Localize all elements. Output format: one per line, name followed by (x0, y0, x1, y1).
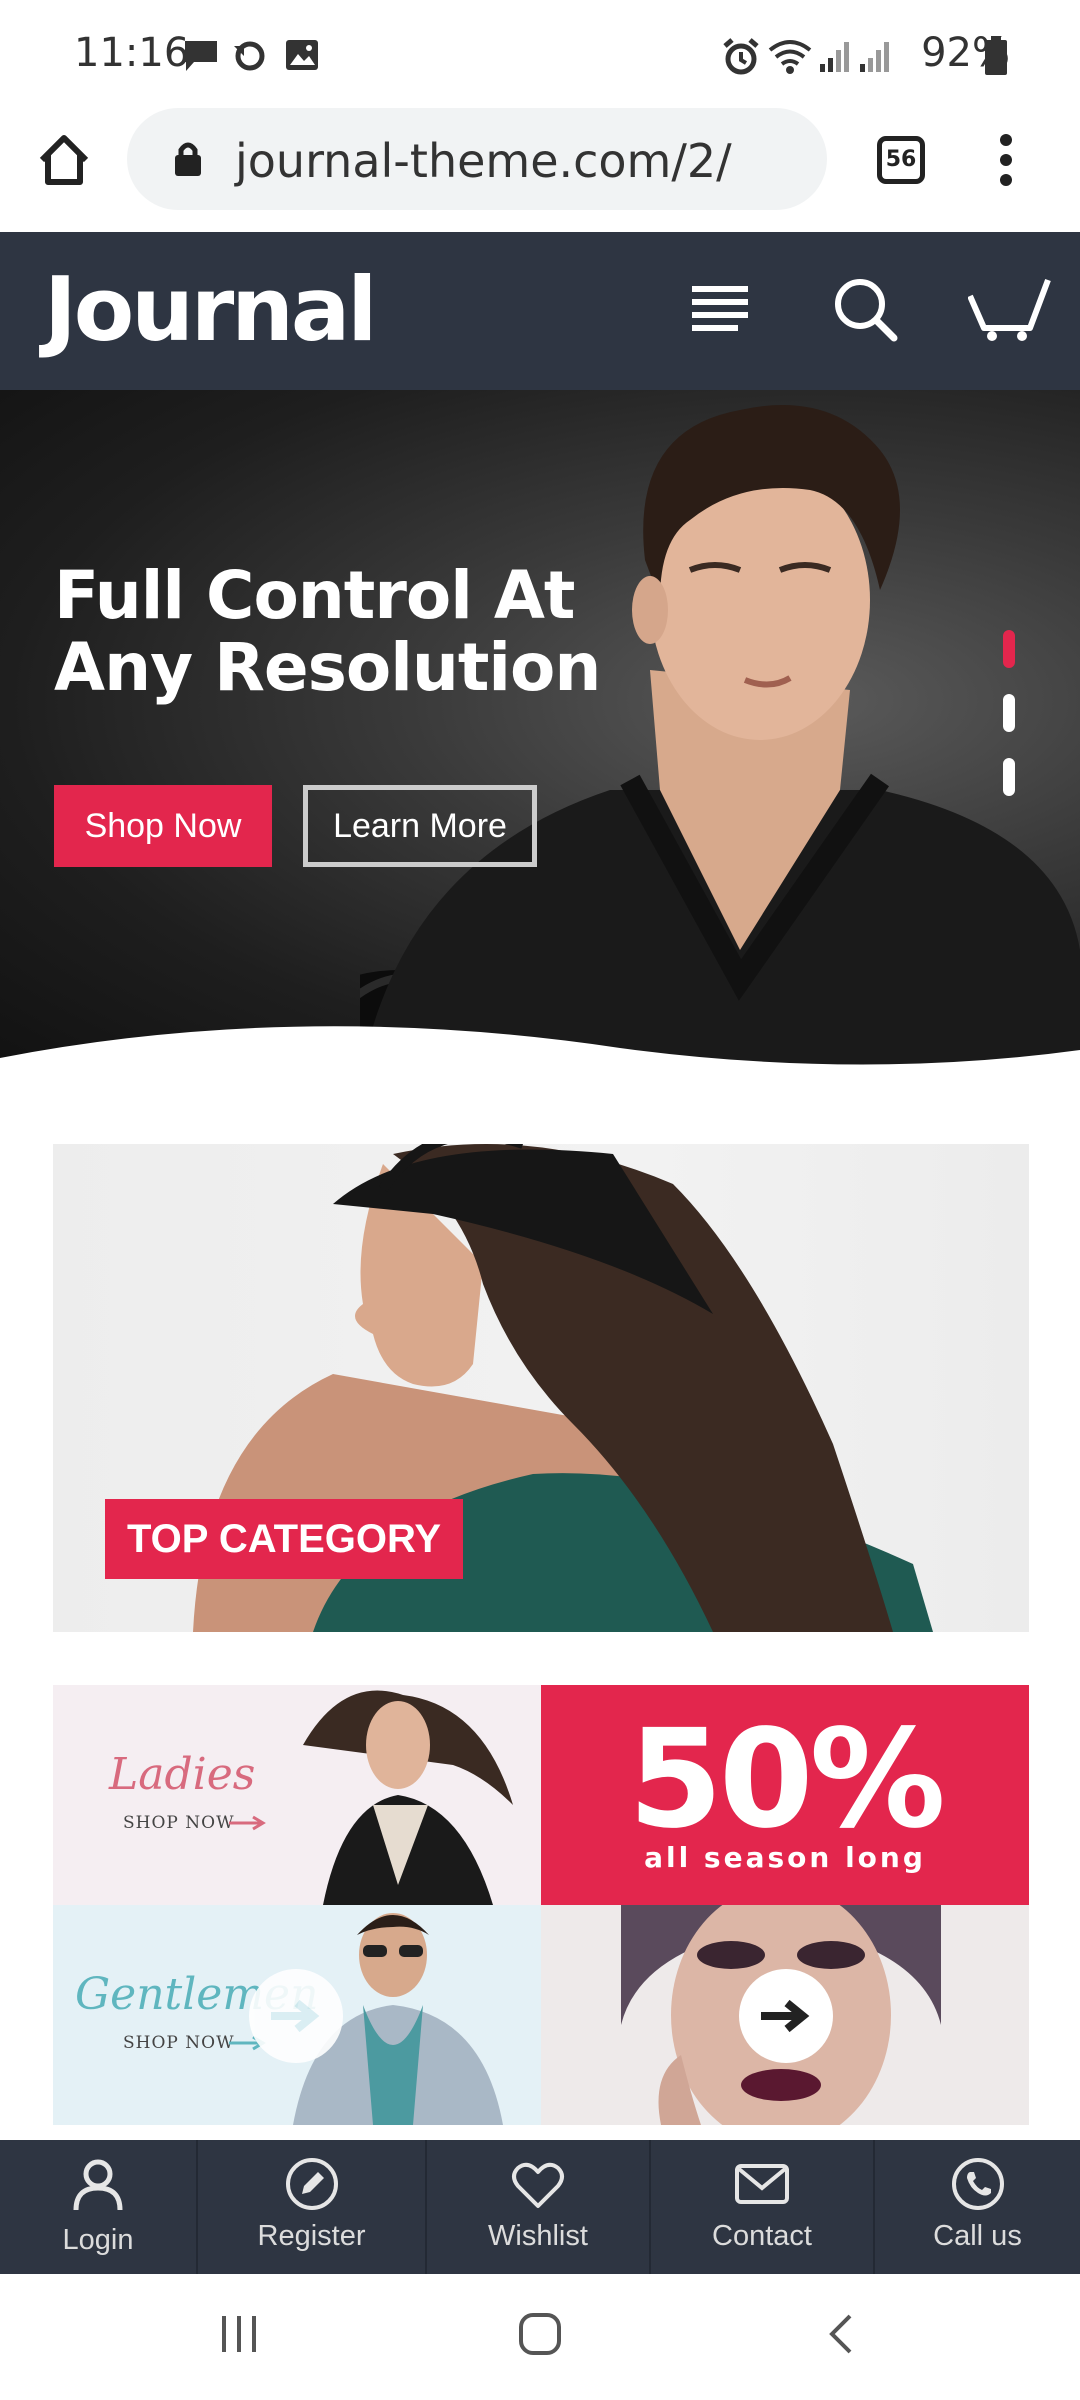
message-icon (185, 41, 217, 71)
nav-login-label: Login (62, 2224, 134, 2256)
learn-more-button[interactable]: Learn More (303, 785, 537, 867)
nav-contact-label: Contact (712, 2220, 812, 2252)
ladies-title: Ladies (109, 1749, 256, 1800)
nav-wishlist-label: Wishlist (488, 2220, 588, 2252)
nav-call-us[interactable]: Call us (875, 2140, 1080, 2274)
gentlemen-promo-tile[interactable]: Gentlemen SHOP NOW (53, 1905, 541, 2125)
sync-icon (234, 41, 265, 71)
menu-icon[interactable] (690, 284, 750, 334)
more-options-icon[interactable] (996, 132, 1016, 188)
status-time: 11:16 (74, 30, 190, 76)
slide-dot-3[interactable] (1003, 758, 1015, 796)
ladies-shop-now: SHOP NOW (123, 1813, 235, 1833)
signal-icon (820, 42, 849, 72)
cart-icon[interactable] (968, 276, 1052, 342)
arrow-right-icon (229, 1815, 266, 1831)
address-bar[interactable]: journal-theme.com/2/ (127, 108, 827, 210)
slide-dot-2[interactable] (1003, 694, 1015, 732)
system-navigation-bar (0, 2274, 1080, 2400)
phone-icon (951, 2158, 1004, 2210)
user-icon (73, 2159, 123, 2211)
hero-title-line1: Full Control At (54, 557, 575, 634)
shop-now-button[interactable]: Shop Now (54, 785, 272, 867)
recent-apps-icon[interactable] (218, 2314, 260, 2354)
envelope-icon (735, 2164, 789, 2204)
signal-icon (860, 42, 889, 72)
hero-title-line2: Any Resolution (54, 629, 601, 706)
search-icon[interactable] (832, 276, 898, 342)
gentlemen-arrow-button[interactable] (249, 1969, 343, 2063)
status-bar: 11:16 92% (0, 0, 1080, 110)
sale-promo-tile[interactable]: 50% all season long (541, 1685, 1029, 1905)
back-icon[interactable] (826, 2312, 856, 2356)
arrow-right-icon (761, 1999, 810, 2033)
nav-call-us-label: Call us (933, 2220, 1022, 2252)
nav-register-label: Register (257, 2220, 366, 2252)
nav-contact[interactable]: Contact (651, 2140, 875, 2274)
bottom-navigation: Login Register Wishlist Contact Call us (0, 2140, 1080, 2274)
nav-login[interactable]: Login (0, 2140, 198, 2274)
hero-slider[interactable]: Full Control At Any Resolution Shop Now … (0, 390, 1080, 1080)
home-button-icon[interactable] (518, 2312, 562, 2356)
hero-title: Full Control At Any Resolution (54, 557, 601, 706)
top-category-banner[interactable]: TOP CATEGORY (53, 1144, 1029, 1632)
lock-icon (175, 142, 201, 176)
gentlemen-shop-now: SHOP NOW (123, 2033, 235, 2053)
wifi-icon (768, 40, 812, 74)
top-category-label: TOP CATEGORY (105, 1499, 463, 1579)
site-header: Journal (0, 232, 1080, 390)
ladies-model-image (303, 1690, 513, 1905)
alarm-icon (723, 38, 759, 75)
nav-wishlist[interactable]: Wishlist (427, 2140, 651, 2274)
url-text: journal-theme.com/2/ (235, 134, 732, 188)
image-icon (286, 40, 318, 70)
beauty-arrow-button[interactable] (739, 1969, 833, 2063)
sale-subtitle: all season long (644, 1841, 926, 1874)
browser-toolbar: journal-theme.com/2/ 56 (0, 108, 1080, 230)
heart-icon (512, 2162, 564, 2208)
ladies-promo-tile[interactable]: Ladies SHOP NOW (53, 1685, 541, 1905)
home-icon[interactable] (36, 132, 92, 188)
beauty-promo-tile[interactable] (541, 1905, 1029, 2125)
arrow-right-icon (271, 1999, 320, 2033)
sale-percent: 50% (628, 1701, 946, 1859)
battery-icon (985, 36, 1007, 75)
tab-switcher-button[interactable]: 56 (877, 136, 925, 184)
slide-dot-1[interactable] (1003, 630, 1015, 668)
pencil-icon (285, 2158, 338, 2210)
nav-register[interactable]: Register (198, 2140, 427, 2274)
site-logo[interactable]: Journal (44, 258, 377, 361)
promo-grid: Ladies SHOP NOW 50% all season long Gent… (53, 1685, 1029, 2125)
hero-model-image (360, 405, 1080, 1080)
hero-wave-divider (0, 1026, 1080, 1080)
